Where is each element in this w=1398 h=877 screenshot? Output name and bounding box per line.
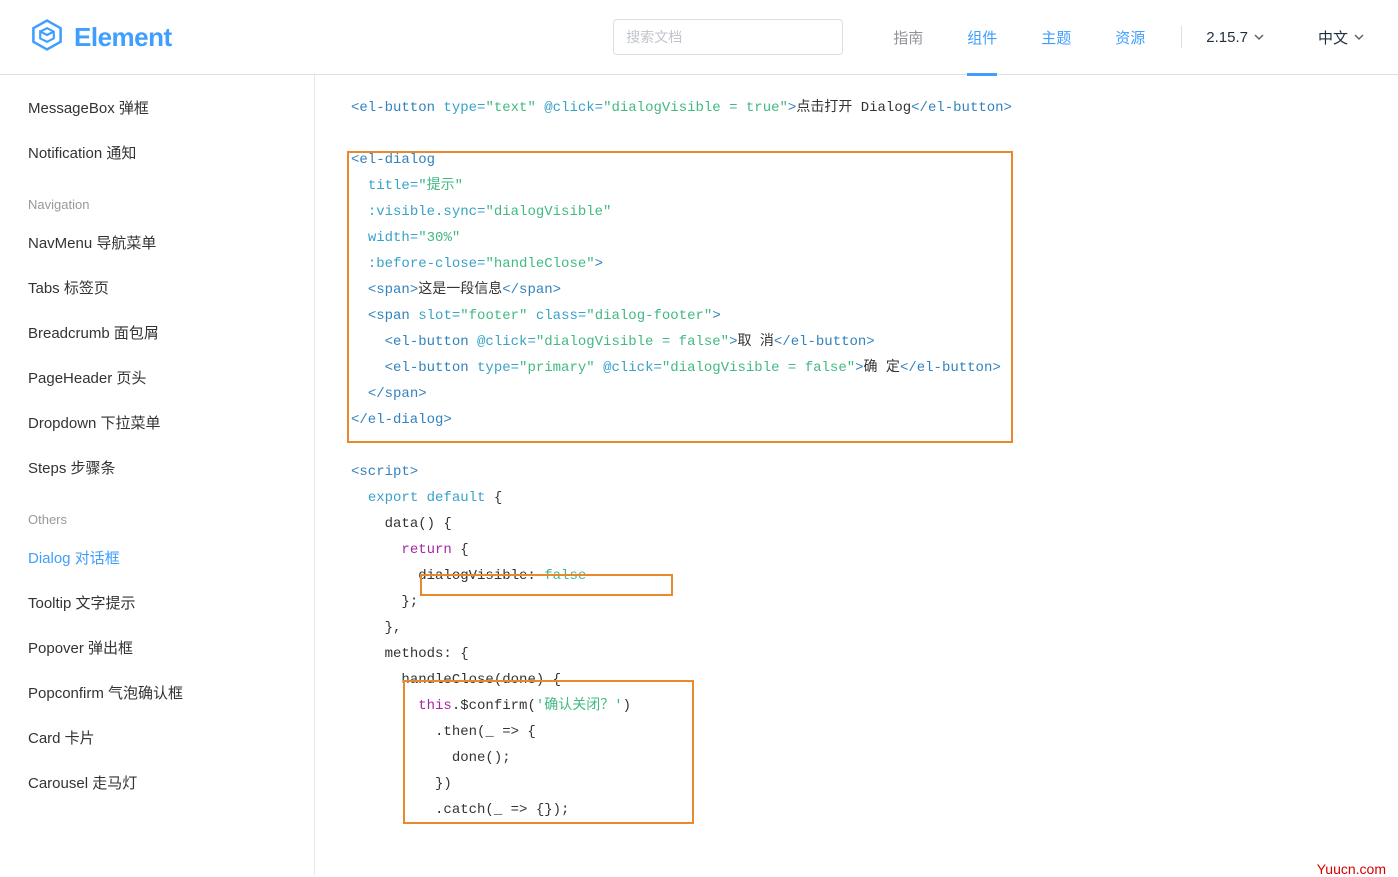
nav-theme[interactable]: 主题 xyxy=(1019,0,1093,75)
sidebar-item-popover[interactable]: Popover 弹出框 xyxy=(28,625,314,670)
divider xyxy=(1181,26,1182,48)
sidebar-item-tooltip[interactable]: Tooltip 文字提示 xyxy=(28,580,314,625)
sidebar-item-popconfirm[interactable]: Popconfirm 气泡确认框 xyxy=(28,670,314,715)
sidebar-group-others: Others xyxy=(28,490,314,535)
sidebar-group-navigation: Navigation xyxy=(28,175,314,220)
header: Element 指南 组件 主题 资源 2.15.7 中文 xyxy=(0,0,1398,75)
sidebar-item-pageheader[interactable]: PageHeader 页头 xyxy=(28,355,314,400)
content: <el-button type="text" @click="dialogVis… xyxy=(315,75,1398,875)
sidebar-item-notification[interactable]: Notification 通知 xyxy=(28,130,314,175)
logo-text: Element xyxy=(74,22,172,53)
nav-resource[interactable]: 资源 xyxy=(1093,0,1167,75)
code-block: <el-button type="text" @click="dialogVis… xyxy=(351,95,1398,823)
nav-component[interactable]: 组件 xyxy=(945,0,1019,75)
lang-label: 中文 xyxy=(1318,27,1348,48)
sidebar-item-card[interactable]: Card 卡片 xyxy=(28,715,314,760)
sidebar-item-tabs[interactable]: Tabs 标签页 xyxy=(28,265,314,310)
sidebar-item-steps[interactable]: Steps 步骤条 xyxy=(28,445,314,490)
sidebar-item-dialog[interactable]: Dialog 对话框 xyxy=(28,535,314,580)
sidebar-item-dropdown[interactable]: Dropdown 下拉菜单 xyxy=(28,400,314,445)
search-wrap xyxy=(613,19,843,55)
version-select[interactable]: 2.15.7 xyxy=(1196,29,1274,46)
sidebar-item-navmenu[interactable]: NavMenu 导航菜单 xyxy=(28,220,314,265)
main: MessageBox 弹框 Notification 通知 Navigation… xyxy=(0,75,1398,875)
search-input[interactable] xyxy=(613,19,843,55)
sidebar-item-messagebox[interactable]: MessageBox 弹框 xyxy=(28,85,314,130)
nav-guide[interactable]: 指南 xyxy=(871,0,945,75)
logo-icon xyxy=(30,18,64,57)
watermark: Yuucn.com xyxy=(1317,861,1386,877)
top-nav: 指南 组件 主题 资源 2.15.7 中文 xyxy=(871,0,1374,74)
lang-select[interactable]: 中文 xyxy=(1308,27,1374,48)
sidebar-item-carousel[interactable]: Carousel 走马灯 xyxy=(28,760,314,805)
sidebar: MessageBox 弹框 Notification 通知 Navigation… xyxy=(0,75,315,875)
logo[interactable]: Element xyxy=(30,18,172,57)
chevron-down-icon xyxy=(1354,32,1364,42)
sidebar-item-breadcrumb[interactable]: Breadcrumb 面包屑 xyxy=(28,310,314,355)
chevron-down-icon xyxy=(1254,32,1264,42)
version-label: 2.15.7 xyxy=(1206,29,1248,46)
